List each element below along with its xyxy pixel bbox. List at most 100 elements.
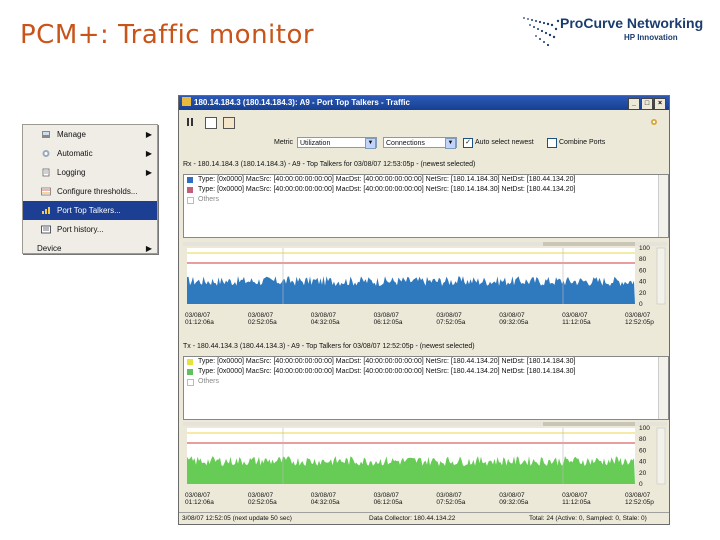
legend-swatch [187,369,193,375]
x-tick-label: 03/08/07 12:52:05p [625,312,654,326]
graph-scrollbar [656,247,666,305]
traffic-area [187,456,635,484]
x-tick-label: 03/08/07 01:12:06a [185,492,214,506]
rx-legend-row[interactable]: Others [184,195,668,205]
legend-swatch [187,187,193,193]
legend-text: Type: [0x0000] MacSrc: [40:00:00:00:00:0… [198,358,576,365]
submenu-arrow-icon: ▶ [145,244,152,253]
x-tick-label: 03/08/07 12:52:05p [625,492,654,506]
legend-swatch [187,177,193,183]
legend-text: Others [198,196,220,203]
mode-select[interactable]: Connections ▼ [383,137,457,149]
tx-legend-scrollbar[interactable] [658,357,668,419]
logo-swoosh-icon [523,17,560,47]
menu-item-label: Port Top Talkers... [57,206,121,215]
menu-item-label: Configure thresholds... [57,187,138,196]
menu-item-label: Manage [57,130,86,139]
x-tick-label: 03/08/07 06:12:05a [373,492,403,506]
mode-select-value: Connections [386,140,425,147]
rx-legend-row[interactable]: Type: [0x0000] MacSrc: [40:00:00:00:00:0… [184,185,668,195]
menu-item-logging[interactable]: Logging ▶ [23,163,157,182]
y-tick-label: 0 [639,481,643,488]
settings-icon[interactable] [649,117,659,127]
slide-title: PCM+: Traffic monitor [20,20,315,50]
port-history-icon [41,225,51,234]
menu-item-port-top-talkers[interactable]: Port Top Talkers... [23,201,157,220]
tx-traffic-graph: 100 80 60 40 20 0 [183,422,667,488]
y-tick-label: 60 [639,447,647,454]
x-tick-label: 03/08/07 04:32:05a [310,312,340,326]
window-toolbar [183,114,663,130]
rx-legend-row[interactable]: Type: [0x0000] MacSrc: [40:00:00:00:00:0… [184,175,668,185]
legend-text: Others [198,378,220,385]
legend-swatch [187,197,194,204]
menu-item-automatic[interactable]: Automatic ▶ [23,144,157,163]
x-tick-label: 03/08/07 04:32:05a [310,492,340,506]
submenu-arrow-icon: ▶ [145,130,152,139]
x-tick-label: 03/08/07 02:52:05a [247,492,277,506]
graph-scrollbar [656,427,666,485]
rx-section-header: Rx - 180.14.184.3 (180.14.184.3) - A9 - … [183,160,667,170]
combine-checkbox[interactable] [547,138,557,148]
legend-swatch [187,379,194,386]
auto-select-label: Auto select newest [475,139,534,146]
y-tick-label: 20 [639,290,647,297]
combine-label: Combine Ports [559,139,606,146]
x-tick-label: 03/08/07 01:12:06a [185,312,214,326]
menu-item-port-history[interactable]: Port history... [23,220,157,239]
menu-item-label: Port history... [57,225,104,234]
submenu-arrow-icon: ▶ [145,149,152,158]
menu-item-manage[interactable]: Manage ▶ [23,125,157,144]
minimize-button[interactable]: _ [628,98,640,110]
pause-icon[interactable] [185,117,195,127]
y-tick-label: 100 [639,425,650,432]
status-total: Total: 24 (Active: 0, Sampled: 0, Stale:… [529,515,647,522]
y-tick-label: 40 [639,459,647,466]
tx-legend-row[interactable]: Type: [0x0000] MacSrc: [40:00:00:00:00:0… [184,367,668,377]
x-tick-label: 03/08/07 07:52:05a [436,312,466,326]
context-menu: Manage ▶ Automatic ▶ Logging ▶ Configure… [22,124,158,254]
y-tick-label: 100 [639,245,650,252]
logo-brand: ProCurve Networking [560,15,704,31]
logging-icon [42,168,50,177]
x-tick-label: 03/08/07 09:32:05a [499,312,529,326]
tx-legend-row[interactable]: Type: [0x0000] MacSrc: [40:00:00:00:00:0… [184,357,668,367]
tx-graph-area: 100 80 60 40 20 0 [183,422,667,492]
tx-x-axis-labels: 03/08/07 01:12:06a 03/08/07 02:52:05a 03/08/… [183,492,667,510]
x-tick-label: 03/08/07 11:12:05a [562,492,591,506]
close-button[interactable]: × [654,98,666,110]
auto-select-checkbox[interactable]: ✓ [463,138,473,148]
x-tick-label: 03/08/07 09:32:05a [499,492,529,506]
controls-row: Metric Utilization ▼ Connections ▼ ✓ Aut… [179,136,669,150]
metric-label: Metric [274,139,294,146]
status-bar: 3/08/07 12:52:05 (next update 50 sec) Da… [179,512,669,524]
menu-item-label: Device [37,244,62,253]
chevron-down-icon: ▼ [365,138,376,149]
app-icon [182,97,191,106]
metric-select-value: Utilization [300,140,331,147]
tx-legend: Type: [0x0000] MacSrc: [40:00:00:00:00:0… [183,356,669,420]
x-tick-label: 03/08/07 11:12:05a [562,312,591,326]
status-collector: Data Collector: 180.44.134.22 [369,515,456,522]
x-tick-label: 03/08/07 06:12:05a [373,312,403,326]
rx-legend: Type: [0x0000] MacSrc: [40:00:00:00:00:0… [183,174,669,238]
y-tick-label: 80 [639,436,647,443]
window-icon[interactable] [205,117,217,129]
window-titlebar[interactable]: 180.14.184.3 (180.14.184.3): A9 - Port T… [179,96,669,110]
logo-subtitle: HP Innovation [624,33,678,42]
legend-text: Type: [0x0000] MacSrc: [40:00:00:00:00:0… [198,176,576,183]
manage-icon [42,131,50,138]
tx-legend-row[interactable]: Others [184,377,668,387]
submenu-arrow-icon: ▶ [145,168,152,177]
legend-swatch [187,359,193,365]
window-title: 180.14.184.3 (180.14.184.3): A9 - Port T… [194,98,410,107]
y-tick-label: 40 [639,279,647,286]
traffic-monitor-window: 180.14.184.3 (180.14.184.3): A9 - Port T… [178,95,670,525]
menu-item-configure-thresholds[interactable]: Configure thresholds... [23,182,157,201]
x-tick-label: 03/08/07 02:52:05a [247,312,277,326]
maximize-button[interactable]: □ [641,98,653,110]
table-icon[interactable] [223,117,235,129]
metric-select[interactable]: Utilization ▼ [297,137,377,149]
rx-legend-scrollbar[interactable] [658,175,668,237]
menu-item-device[interactable]: Device ▶ [23,239,157,258]
